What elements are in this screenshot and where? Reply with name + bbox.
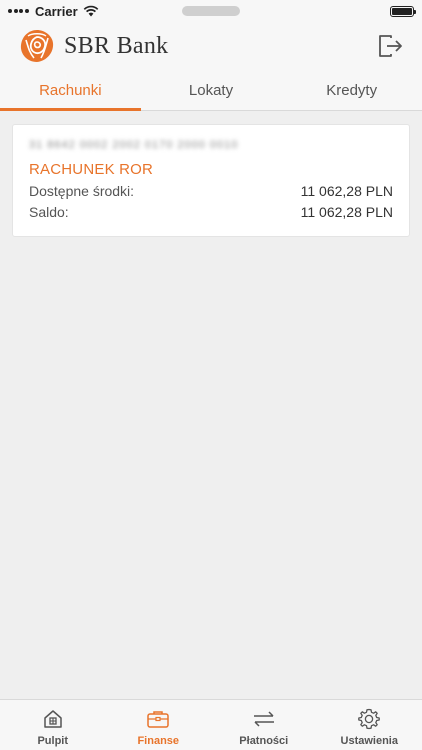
brand-name: SBR Bank — [64, 32, 169, 59]
available-funds-label: Dostępne środki: — [29, 183, 135, 199]
nav-pulpit-label: Pulpit — [37, 735, 69, 747]
balance-label: Saldo: — [29, 204, 69, 220]
account-number: 31 8642 0002 2002 0170 2000 0010 — [29, 139, 239, 151]
bottom-nav: Pulpit Finanse Płatności Ustawienia — [0, 699, 422, 750]
available-funds-value: 11 062,28 PLN — [300, 183, 393, 199]
nav-ustawienia[interactable]: Ustawienia — [317, 700, 422, 750]
battery-icon — [390, 5, 416, 17]
logout-button[interactable] — [376, 32, 404, 60]
status-time-redacted — [182, 6, 240, 16]
transfer-arrows-icon — [251, 708, 277, 730]
balance-value: 11 062,28 PLN — [300, 204, 393, 220]
briefcase-icon — [146, 708, 170, 730]
account-card[interactable]: 31 8642 0002 2002 0170 2000 0010 RACHUNE… — [12, 124, 410, 237]
balance-row: Saldo: 11 062,28 PLN — [29, 204, 393, 220]
app-header: SBR Bank — [0, 22, 422, 70]
carrier-label: Carrier — [35, 3, 78, 19]
status-left: Carrier — [8, 4, 99, 19]
nav-finanse[interactable]: Finanse — [106, 700, 212, 750]
logout-icon — [379, 35, 402, 57]
home-icon — [42, 708, 64, 730]
nav-pulpit[interactable]: Pulpit — [0, 700, 106, 750]
available-funds-row: Dostępne środki: 11 062,28 PLN — [29, 183, 393, 199]
nav-platnosci[interactable]: Płatności — [211, 700, 317, 750]
signal-icon — [8, 9, 30, 13]
tab-kredyty[interactable]: Kredyty — [281, 70, 422, 110]
account-name: RACHUNEK ROR — [29, 161, 154, 178]
tab-rachunki[interactable]: Rachunki — [0, 70, 141, 111]
tab-lokaty[interactable]: Lokaty — [141, 70, 282, 110]
gear-icon — [358, 708, 381, 730]
status-bar: Carrier — [0, 0, 422, 22]
rose-logo-icon — [20, 30, 54, 62]
brand: SBR Bank — [18, 28, 168, 64]
nav-ustawienia-label: Ustawienia — [340, 735, 398, 747]
nav-platnosci-label: Płatności — [239, 735, 289, 747]
account-tabs: Rachunki Lokaty Kredyty — [0, 70, 422, 111]
wifi-icon — [83, 5, 98, 17]
nav-finanse-label: Finanse — [137, 735, 180, 747]
